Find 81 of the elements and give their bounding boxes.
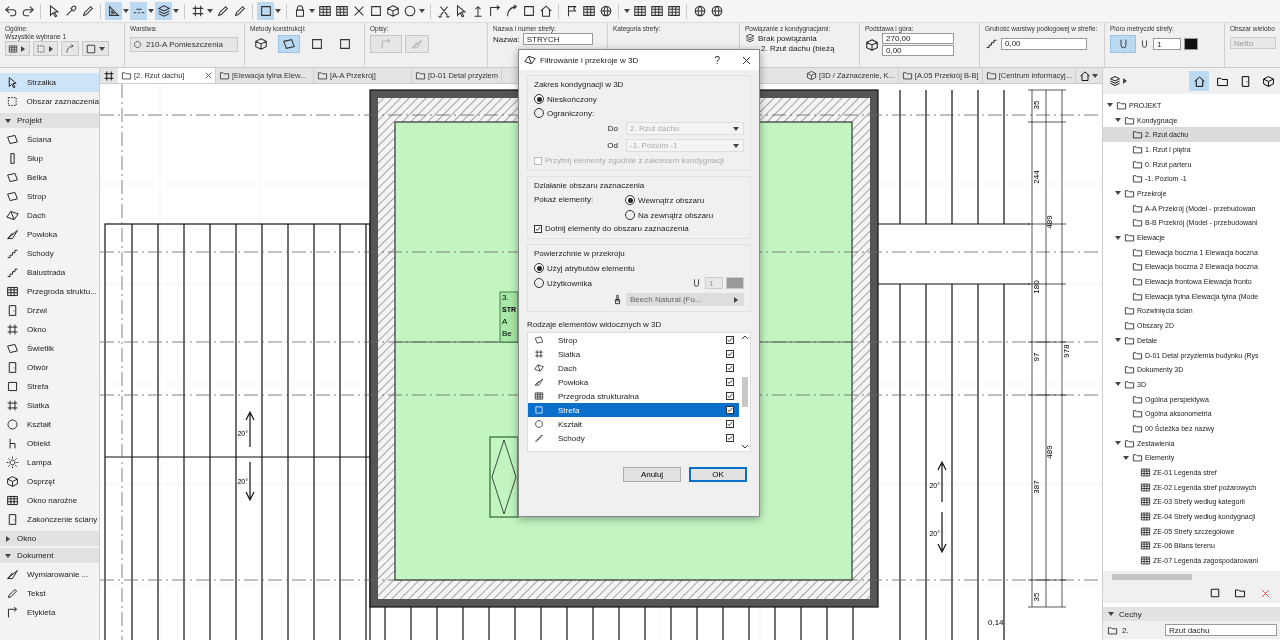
tool-item[interactable]: Świetlik (0, 339, 99, 358)
dimension-label: 387 (1032, 480, 1041, 494)
layer-dropdown[interactable]: 210-A Pomieszczenia (130, 37, 238, 52)
tool-item[interactable]: Strzałka (0, 73, 99, 92)
radio-option[interactable]: Na zewnątrz obszaru (625, 210, 714, 220)
element-type-row[interactable]: Schody (528, 431, 739, 445)
group-title: Zakres kondygnacji w 3D (534, 80, 625, 89)
dialog-title: Filtrowanie i przekroje w 3D (540, 55, 640, 65)
tool-item[interactable]: Otwór (0, 358, 99, 377)
dimension-label: 35 (1032, 100, 1041, 110)
radio-option[interactable]: Użyj atrybutów elementu (534, 263, 744, 273)
element-type-row[interactable]: Powłoka (528, 375, 739, 389)
tool-item[interactable]: Drzwi (0, 301, 99, 320)
tool-item[interactable]: Obszar zaznaczenia (0, 92, 99, 111)
tool-section-header[interactable]: Okno (0, 531, 99, 546)
element-type-row[interactable]: Strop (528, 333, 739, 347)
element-type-row[interactable]: Przegroda strukturalna (528, 389, 739, 403)
top-height-field[interactable]: 270,00 (882, 33, 954, 44)
element-type-row[interactable]: Siatka (528, 347, 739, 361)
field-label: Pokaż elementy: (534, 195, 595, 204)
tool-item[interactable]: Balustrada (0, 263, 99, 282)
field-label: Nazwa: (493, 34, 520, 44)
tool-item[interactable]: Lampa (0, 453, 99, 472)
radio-option[interactable]: Ograniczony: (534, 108, 744, 118)
tool-item[interactable]: Słup (0, 149, 99, 168)
tool-item[interactable]: Strefa (0, 377, 99, 396)
dimension-label: 97 (1032, 352, 1041, 362)
zone-stamp-text: Be (502, 329, 512, 338)
tool-item[interactable]: Ściana (0, 130, 99, 149)
group-title: Powierzchnie w przekroju (534, 249, 626, 258)
dimension-label: 180 (1032, 280, 1041, 294)
radio-option[interactable]: Nieskończony (534, 94, 744, 104)
dimension-label: 0,14 (988, 618, 1004, 627)
dimension-label: 489 (1045, 445, 1054, 459)
base-height-field[interactable]: 0,00 (882, 45, 954, 56)
story-link-value: Brak powiązania (758, 33, 818, 43)
tool-item[interactable]: Etykieta (0, 603, 99, 622)
tool-item[interactable]: Okno (0, 320, 99, 339)
tool-item[interactable]: Tekst (0, 584, 99, 603)
story-link-value: 2. Rzut dachu (bieżą (761, 44, 835, 53)
tool-item[interactable]: Wymiarowanie ... (0, 565, 99, 584)
pen-number-field[interactable]: 1 (1153, 38, 1181, 50)
list-title: Rodzaje elementów widocznych w 3D (527, 320, 663, 329)
tool-item[interactable]: Kształt (0, 415, 99, 434)
tool-section-header[interactable]: Dokument (0, 548, 99, 563)
dimension-label: 489 (1045, 215, 1054, 229)
tool-item[interactable]: Okno narożne (0, 491, 99, 510)
element-type-row[interactable]: Strefa (528, 403, 739, 417)
tool-item[interactable]: Schody (0, 244, 99, 263)
radio-option[interactable]: Wewnątrz obszaru (625, 195, 714, 205)
element-type-row[interactable]: Dach (528, 361, 739, 375)
tool-item[interactable]: Obiekt (0, 434, 99, 453)
dimension-label: 35 (1032, 592, 1041, 602)
tool-section-header[interactable]: Projekt (0, 113, 99, 128)
tool-item[interactable]: Dach (0, 206, 99, 225)
zone-stamp-text: 3. (502, 293, 509, 302)
story-name-field[interactable]: Rzut dachu (1165, 624, 1277, 636)
properties-header[interactable]: Cechy (1103, 607, 1280, 621)
group-title: Działanie obszaru zaznaczenia (534, 181, 646, 190)
zone-stamp-text: A (502, 317, 508, 326)
tool-item[interactable]: Osprzęt (0, 472, 99, 491)
dialog-button[interactable]: Anuluj (623, 467, 681, 482)
field-label: Do (607, 124, 618, 133)
story-number: 2. (1122, 625, 1129, 635)
element-type-row[interactable]: Kształt (528, 417, 739, 431)
tool-item[interactable]: Strop (0, 187, 99, 206)
tool-item[interactable]: Przegroda struktu... (0, 282, 99, 301)
floor-thickness-field[interactable]: 0,00 (1001, 37, 1087, 50)
zone-name-field[interactable]: STRYCH (522, 33, 593, 45)
tool-item[interactable]: Siatka (0, 396, 99, 415)
dialog-button[interactable]: OK (689, 467, 747, 482)
dimension-label: 244 (1032, 170, 1041, 184)
field-label: Od (607, 141, 618, 150)
radio-option[interactable]: Użytkownika (534, 278, 688, 288)
tool-item[interactable]: Powłoka (0, 225, 99, 244)
tool-item[interactable]: Belka (0, 168, 99, 187)
tool-item[interactable]: Zakończenie ściany (0, 510, 99, 529)
help-button[interactable]: ? (714, 54, 720, 66)
checkbox-option[interactable]: Dotnij elementy do obszaru zaznaczenia (534, 224, 744, 233)
dimension-label: 978 (1062, 344, 1071, 358)
material-dropdown[interactable]: Beech Natural (Fo... (626, 293, 744, 306)
